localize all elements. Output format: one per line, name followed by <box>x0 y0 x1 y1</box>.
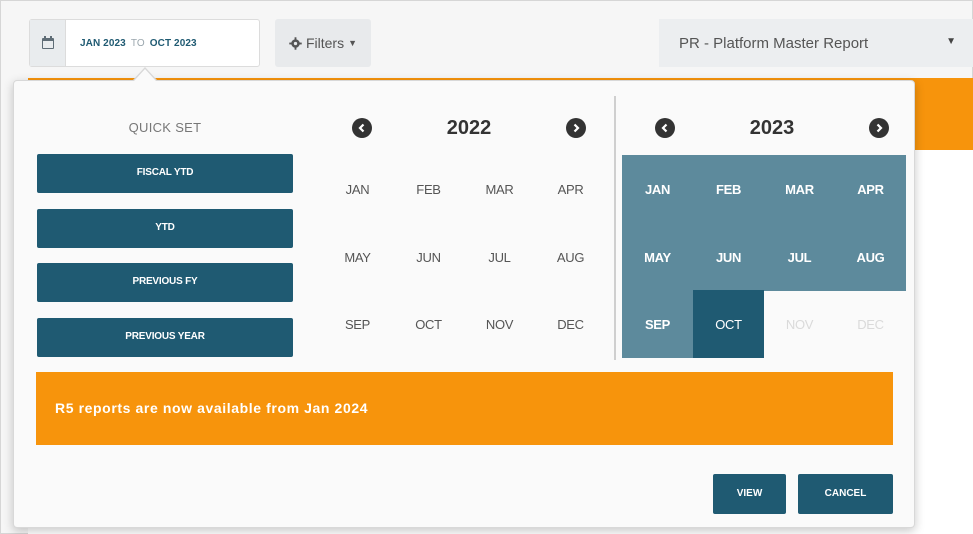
month-cell-2022-sep[interactable]: SEP <box>322 290 393 358</box>
quick-set-previous-fy-button[interactable]: PREVIOUS FY <box>37 263 293 302</box>
month-cell-2022-nov[interactable]: NOV <box>464 290 535 358</box>
quick-set-fiscal-ytd-button[interactable]: FISCAL YTD <box>37 154 293 193</box>
range-to: TO <box>130 37 145 49</box>
calendar-2023-year: 2023 <box>749 116 795 139</box>
month-cell-2023-feb[interactable]: FEB <box>693 155 764 223</box>
month-cell-2022-jul[interactable]: JUL <box>464 223 535 291</box>
month-cell-2023-nov: NOV <box>785 316 814 332</box>
month-cell-2023-jul[interactable]: JUL <box>764 223 835 291</box>
report-select-value: PR - Platform Master Report <box>679 34 869 52</box>
month-cell-2022-aug[interactable]: AUG <box>535 223 606 291</box>
month-cell-2023-jun[interactable]: JUN <box>693 223 764 291</box>
month-cell-2022-dec[interactable]: DEC <box>535 290 606 358</box>
month-cell-2022-apr[interactable]: APR <box>535 155 606 223</box>
month-cell-2023-sep[interactable]: SEP <box>622 290 693 358</box>
next-year-button[interactable] <box>869 118 889 138</box>
prev-year-button[interactable] <box>352 118 372 138</box>
caret-down-icon: ▼ <box>946 36 956 47</box>
month-cell-2023-may[interactable]: MAY <box>622 223 693 291</box>
chevron-right-icon <box>573 123 580 133</box>
caret-down-icon: ▼ <box>348 38 358 48</box>
month-cell-2022-mar[interactable]: MAR <box>464 155 535 223</box>
calendar-divider <box>614 96 616 360</box>
range-end: OCT 2023 <box>149 37 197 49</box>
month-cell-2023-oct[interactable]: OCT <box>693 290 764 358</box>
month-cell-2023-mar[interactable]: MAR <box>764 155 835 223</box>
month-cell-2023-apr[interactable]: APR <box>835 155 906 223</box>
date-range-text: JAN 2023 TO OCT 2023 <box>66 38 197 49</box>
calendar-2022-header: 2022 <box>352 113 586 143</box>
filters-button[interactable]: Filters ▼ <box>275 19 371 67</box>
view-button[interactable]: VIEW <box>713 474 786 514</box>
quick-set-title: QUICK SET <box>128 120 202 135</box>
range-start: JAN 2023 <box>80 37 126 49</box>
month-cell-2022-oct[interactable]: OCT <box>393 290 464 358</box>
report-select[interactable]: PR - Platform Master Report ▼ <box>659 19 973 67</box>
month-cell-2022-jun[interactable]: JUN <box>393 223 464 291</box>
month-cell-2022-jan[interactable]: JAN <box>322 155 393 223</box>
quick-set-ytd-button[interactable]: YTD <box>37 209 293 248</box>
calendar-icon <box>41 36 54 49</box>
popover-arrow-inner <box>134 69 156 81</box>
prev-year-button[interactable] <box>655 118 675 138</box>
next-year-button[interactable] <box>566 118 586 138</box>
r5-notice-banner: R5 reports are now available from Jan 20… <box>36 372 893 445</box>
calendar-button[interactable] <box>30 20 66 66</box>
chevron-left-icon <box>358 123 365 133</box>
quick-set-previous-year-button[interactable]: PREVIOUS YEAR <box>37 318 293 357</box>
filters-label: Filters <box>305 35 345 51</box>
chevron-left-icon <box>661 123 668 133</box>
month-cell-2022-may[interactable]: MAY <box>322 223 393 291</box>
cancel-button[interactable]: CANCEL <box>798 474 893 514</box>
month-cell-2023-jan[interactable]: JAN <box>622 155 693 223</box>
date-range-picker[interactable]: JAN 2023 TO OCT 2023 <box>29 19 260 67</box>
calendar-2022-year: 2022 <box>446 116 492 139</box>
month-cell-2023-aug[interactable]: AUG <box>835 223 906 291</box>
month-cell-2022-feb[interactable]: FEB <box>393 155 464 223</box>
calendar-2023-header: 2023 <box>655 113 889 143</box>
month-cell-2023-dec: DEC <box>857 316 884 332</box>
chevron-right-icon <box>876 123 883 133</box>
gear-icon <box>289 36 302 50</box>
